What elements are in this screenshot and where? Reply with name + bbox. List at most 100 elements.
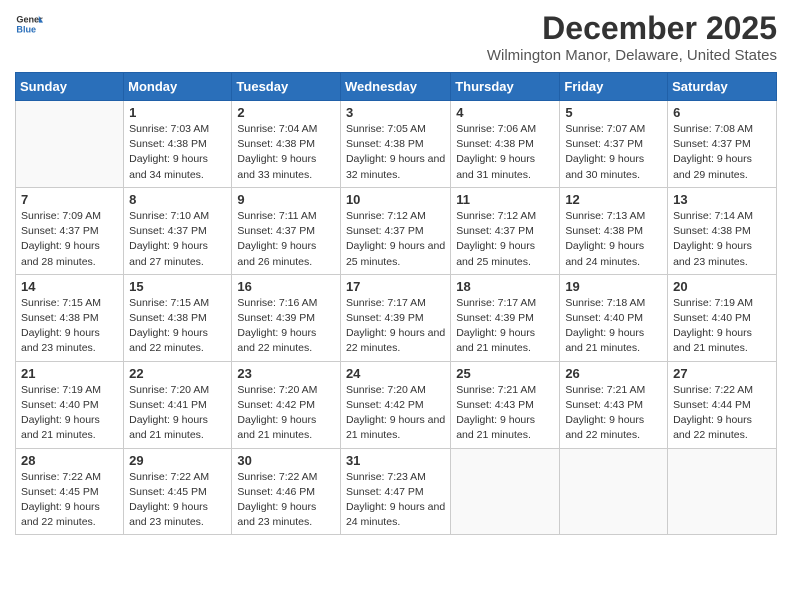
calendar-table: SundayMondayTuesdayWednesdayThursdayFrid… <box>15 72 777 535</box>
day-of-week-thursday: Thursday <box>451 73 560 101</box>
calendar-cell: 13Sunrise: 7:14 AMSunset: 4:38 PMDayligh… <box>668 187 777 274</box>
day-number: 21 <box>21 366 118 381</box>
day-number: 18 <box>456 279 554 294</box>
day-info: Sunrise: 7:14 AMSunset: 4:38 PMDaylight:… <box>673 209 771 270</box>
calendar-cell: 18 Sunrise: 7:17 AMSunset: 4:39 PMDayligh… <box>451 274 560 361</box>
calendar-cell: 21 Sunrise: 7:19 AMSunset: 4:40 PMDayligh… <box>16 361 124 448</box>
calendar-cell: 1 Sunrise: 7:03 AMSunset: 4:38 PMDaylight… <box>124 101 232 188</box>
day-info: Sunrise: 7:22 AMSunset: 4:45 PMDaylight:… <box>129 470 226 531</box>
day-info: Sunrise: 7:17 AMSunset: 4:39 PMDaylight:… <box>346 296 445 357</box>
day-number: 16 <box>237 279 335 294</box>
day-info: Sunrise: 7:22 AMSunset: 4:44 PMDaylight:… <box>673 383 771 444</box>
calendar-cell <box>16 101 124 188</box>
day-info: Sunrise: 7:12 AMSunset: 4:37 PMDaylight:… <box>346 209 445 270</box>
day-of-week-monday: Monday <box>124 73 232 101</box>
calendar-cell: 16 Sunrise: 7:16 AMSunset: 4:39 PMDayligh… <box>232 274 341 361</box>
calendar-cell: 12 Sunrise: 7:13 AMSunset: 4:38 PMDayligh… <box>560 187 668 274</box>
calendar-cell: 15 Sunrise: 7:15 AMSunset: 4:38 PMDayligh… <box>124 274 232 361</box>
day-info: Sunrise: 7:22 AMSunset: 4:45 PMDaylight:… <box>21 470 118 531</box>
calendar-week-1: 1 Sunrise: 7:03 AMSunset: 4:38 PMDaylight… <box>16 101 777 188</box>
calendar-week-4: 21 Sunrise: 7:19 AMSunset: 4:40 PMDayligh… <box>16 361 777 448</box>
day-number: 1 <box>129 105 226 120</box>
calendar-cell: 19Sunrise: 7:18 AMSunset: 4:40 PMDayligh… <box>560 274 668 361</box>
calendar-cell: 27 Sunrise: 7:22 AMSunset: 4:44 PMDayligh… <box>668 361 777 448</box>
day-info: Sunrise: 7:04 AMSunset: 4:38 PMDaylight:… <box>237 122 335 183</box>
day-info: Sunrise: 7:21 AMSunset: 4:43 PMDaylight:… <box>565 383 662 444</box>
day-number: 15 <box>129 279 226 294</box>
day-of-week-tuesday: Tuesday <box>232 73 341 101</box>
calendar-cell: 10 Sunrise: 7:12 AMSunset: 4:37 PMDayligh… <box>340 187 450 274</box>
calendar-week-5: 28 Sunrise: 7:22 AMSunset: 4:45 PMDayligh… <box>16 448 777 535</box>
day-info: Sunrise: 7:15 AMSunset: 4:38 PMDaylight:… <box>129 296 226 357</box>
day-info: Sunrise: 7:21 AMSunset: 4:43 PMDaylight:… <box>456 383 554 444</box>
day-info: Sunrise: 7:20 AMSunset: 4:42 PMDaylight:… <box>346 383 445 444</box>
day-number: 4 <box>456 105 554 120</box>
calendar-cell: 28 Sunrise: 7:22 AMSunset: 4:45 PMDayligh… <box>16 448 124 535</box>
day-number: 29 <box>129 453 226 468</box>
day-info: Sunrise: 7:20 AMSunset: 4:42 PMDaylight:… <box>237 383 335 444</box>
title-block: December 2025 Wilmington Manor, Delaware… <box>487 10 777 64</box>
day-info: Sunrise: 7:05 AMSunset: 4:38 PMDaylight:… <box>346 122 445 183</box>
calendar-cell: 17 Sunrise: 7:17 AMSunset: 4:39 PMDayligh… <box>340 274 450 361</box>
day-number: 26 <box>565 366 662 381</box>
calendar-cell: 22Sunrise: 7:20 AMSunset: 4:41 PMDayligh… <box>124 361 232 448</box>
day-info: Sunrise: 7:16 AMSunset: 4:39 PMDaylight:… <box>237 296 335 357</box>
day-of-week-friday: Friday <box>560 73 668 101</box>
day-number: 12 <box>565 192 662 207</box>
calendar-header-row: SundayMondayTuesdayWednesdayThursdayFrid… <box>16 73 777 101</box>
day-number: 19 <box>565 279 662 294</box>
calendar-cell: 14 Sunrise: 7:15 AMSunset: 4:38 PMDayligh… <box>16 274 124 361</box>
calendar-cell: 25 Sunrise: 7:21 AMSunset: 4:43 PMDayligh… <box>451 361 560 448</box>
day-info: Sunrise: 7:19 AMSunset: 4:40 PMDaylight:… <box>673 296 771 357</box>
day-number: 28 <box>21 453 118 468</box>
day-number: 3 <box>346 105 445 120</box>
calendar-cell: 20 Sunrise: 7:19 AMSunset: 4:40 PMDayligh… <box>668 274 777 361</box>
day-number: 20 <box>673 279 771 294</box>
calendar-cell: 11 Sunrise: 7:12 AMSunset: 4:37 PMDayligh… <box>451 187 560 274</box>
calendar-cell: 31 Sunrise: 7:23 AMSunset: 4:47 PMDayligh… <box>340 448 450 535</box>
day-of-week-saturday: Saturday <box>668 73 777 101</box>
page-header: General Blue December 2025 Wilmington Ma… <box>15 10 777 64</box>
day-info: Sunrise: 7:07 AMSunset: 4:37 PMDaylight:… <box>565 122 662 183</box>
day-number: 30 <box>237 453 335 468</box>
day-info: Sunrise: 7:12 AMSunset: 4:37 PMDaylight:… <box>456 209 554 270</box>
day-info: Sunrise: 7:22 AMSunset: 4:46 PMDaylight:… <box>237 470 335 531</box>
calendar-cell: 5Sunrise: 7:07 AMSunset: 4:37 PMDaylight… <box>560 101 668 188</box>
day-number: 9 <box>237 192 335 207</box>
calendar-cell: 30 Sunrise: 7:22 AMSunset: 4:46 PMDayligh… <box>232 448 341 535</box>
calendar-cell: 9Sunrise: 7:11 AMSunset: 4:37 PMDaylight… <box>232 187 341 274</box>
calendar-cell: 29 Sunrise: 7:22 AMSunset: 4:45 PMDayligh… <box>124 448 232 535</box>
day-of-week-wednesday: Wednesday <box>340 73 450 101</box>
calendar-cell: 26 Sunrise: 7:21 AMSunset: 4:43 PMDayligh… <box>560 361 668 448</box>
day-number: 25 <box>456 366 554 381</box>
day-info: Sunrise: 7:13 AMSunset: 4:38 PMDaylight:… <box>565 209 662 270</box>
calendar-cell: 6Sunrise: 7:08 AMSunset: 4:37 PMDaylight… <box>668 101 777 188</box>
calendar-week-3: 14 Sunrise: 7:15 AMSunset: 4:38 PMDayligh… <box>16 274 777 361</box>
calendar-cell: 24Sunrise: 7:20 AMSunset: 4:42 PMDayligh… <box>340 361 450 448</box>
day-info: Sunrise: 7:08 AMSunset: 4:37 PMDaylight:… <box>673 122 771 183</box>
day-info: Sunrise: 7:20 AMSunset: 4:41 PMDaylight:… <box>129 383 226 444</box>
calendar-cell <box>451 448 560 535</box>
day-number: 10 <box>346 192 445 207</box>
day-number: 23 <box>237 366 335 381</box>
svg-text:Blue: Blue <box>16 24 36 34</box>
day-info: Sunrise: 7:09 AMSunset: 4:37 PMDaylight:… <box>21 209 118 270</box>
day-info: Sunrise: 7:23 AMSunset: 4:47 PMDaylight:… <box>346 470 445 531</box>
day-number: 11 <box>456 192 554 207</box>
day-info: Sunrise: 7:19 AMSunset: 4:40 PMDaylight:… <box>21 383 118 444</box>
day-info: Sunrise: 7:03 AMSunset: 4:38 PMDaylight:… <box>129 122 226 183</box>
calendar-week-2: 7Sunrise: 7:09 AMSunset: 4:37 PMDaylight… <box>16 187 777 274</box>
calendar-cell <box>668 448 777 535</box>
day-number: 27 <box>673 366 771 381</box>
day-info: Sunrise: 7:17 AMSunset: 4:39 PMDaylight:… <box>456 296 554 357</box>
day-number: 31 <box>346 453 445 468</box>
day-number: 14 <box>21 279 118 294</box>
day-info: Sunrise: 7:06 AMSunset: 4:38 PMDaylight:… <box>456 122 554 183</box>
day-info: Sunrise: 7:15 AMSunset: 4:38 PMDaylight:… <box>21 296 118 357</box>
calendar-cell: 2Sunrise: 7:04 AMSunset: 4:38 PMDaylight… <box>232 101 341 188</box>
calendar-cell: 7Sunrise: 7:09 AMSunset: 4:37 PMDaylight… <box>16 187 124 274</box>
calendar-cell: 4 Sunrise: 7:06 AMSunset: 4:38 PMDaylight… <box>451 101 560 188</box>
day-info: Sunrise: 7:10 AMSunset: 4:37 PMDaylight:… <box>129 209 226 270</box>
day-number: 17 <box>346 279 445 294</box>
day-number: 8 <box>129 192 226 207</box>
